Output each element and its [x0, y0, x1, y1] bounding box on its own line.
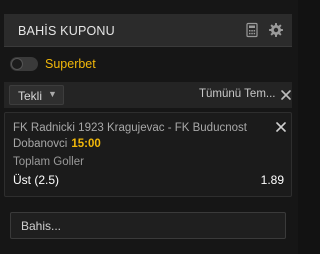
bet-market: Toplam Goller — [13, 156, 84, 168]
bet-match: FK Radnicki 1923 Kragujevac - FK Buducno… — [13, 120, 268, 152]
superbet-toggle[interactable] — [10, 57, 38, 71]
calculator-icon[interactable] — [244, 22, 260, 38]
superbet-row: Superbet — [10, 55, 210, 75]
bet-slip-panel: BAHİS KUPONU Superbet Tekli ▼ Tümünü Tem… — [0, 0, 298, 254]
superbet-label: Superbet — [45, 57, 96, 71]
remove-bet-close-icon[interactable] — [275, 120, 287, 132]
bet-type-select[interactable]: Tekli ▼ — [9, 85, 64, 105]
gear-icon[interactable] — [268, 22, 284, 38]
bet-type-value: Tekli — [18, 89, 43, 103]
bet-item: FK Radnicki 1923 Kragujevac - FK Buducno… — [4, 112, 292, 197]
clear-all-link[interactable]: Tümünü Tem... — [199, 88, 276, 100]
bet-slip-header: BAHİS KUPONU — [4, 14, 292, 47]
bet-selection: Üst (2.5) — [13, 173, 60, 187]
stake-input[interactable] — [10, 212, 286, 239]
clear-all-close-icon[interactable] — [280, 88, 292, 100]
toggle-knob — [11, 58, 23, 70]
chevron-down-icon: ▼ — [48, 89, 57, 99]
bet-slip-title: BAHİS KUPONU — [18, 24, 115, 38]
bet-type-bar: Tekli ▼ Tümünü Tem... — [4, 82, 292, 108]
match-time: 15:00 — [71, 138, 101, 150]
match-name: FK Radnicki 1923 Kragujevac - FK Buducno… — [13, 122, 247, 150]
bet-odds: 1.89 — [260, 173, 284, 187]
